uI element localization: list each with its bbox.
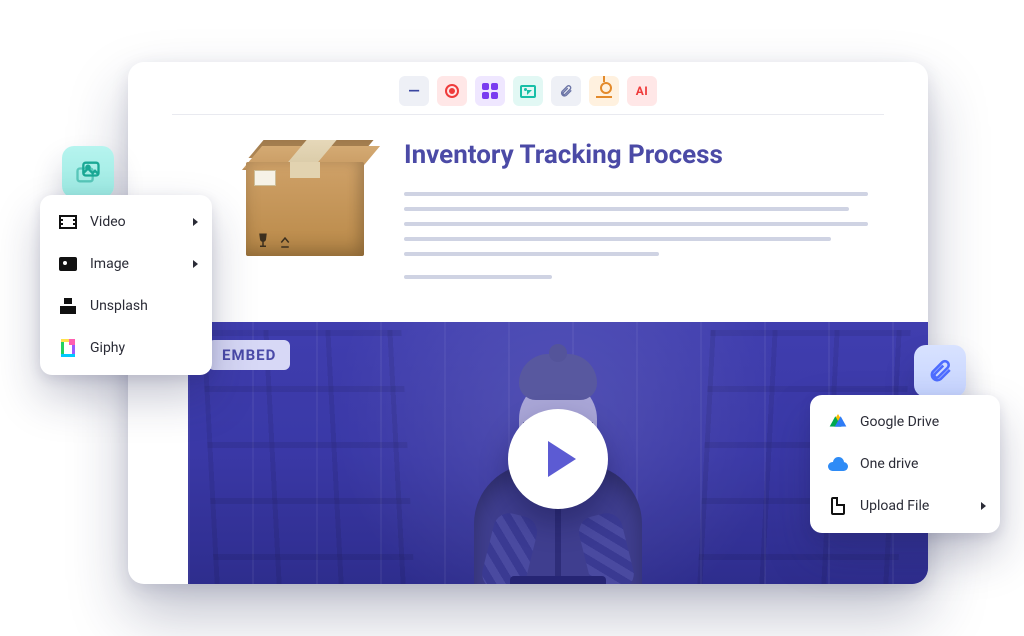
document-body: Inventory Tracking Process bbox=[128, 136, 928, 584]
divider-tool[interactable]: — bbox=[399, 76, 429, 106]
text-placeholder bbox=[404, 252, 659, 256]
menu-item-label: Image bbox=[90, 256, 129, 272]
media-menu: Video Image Unsplash Giphy bbox=[40, 195, 212, 375]
menu-item-label: Google Drive bbox=[860, 414, 939, 430]
menu-item-label: Upload File bbox=[860, 498, 929, 514]
table-tool[interactable] bbox=[475, 76, 505, 106]
text-placeholder bbox=[404, 237, 831, 241]
film-icon bbox=[58, 212, 78, 232]
attach-menu-onedrive[interactable]: One drive bbox=[810, 443, 1000, 485]
file-icon bbox=[828, 496, 848, 516]
embed-badge: EMBED bbox=[208, 340, 290, 370]
attach-fab[interactable] bbox=[914, 345, 966, 397]
attach-menu-google-drive[interactable]: Google Drive bbox=[810, 401, 1000, 443]
unsplash-icon bbox=[58, 296, 78, 316]
intro-section: Inventory Tracking Process bbox=[128, 136, 928, 314]
record-icon bbox=[445, 84, 459, 98]
record-tool[interactable] bbox=[437, 76, 467, 106]
ai-tool[interactable]: AI bbox=[627, 76, 657, 106]
media-menu-giphy[interactable]: Giphy bbox=[40, 327, 212, 369]
text-placeholder bbox=[404, 275, 552, 279]
attach-menu: Google Drive One drive Upload File bbox=[810, 395, 1000, 533]
text-placeholder bbox=[404, 207, 849, 211]
media-menu-unsplash[interactable]: Unsplash bbox=[40, 285, 212, 327]
menu-item-label: Unsplash bbox=[90, 298, 148, 314]
attach-menu-upload-file[interactable]: Upload File bbox=[810, 485, 1000, 527]
media-icon bbox=[520, 85, 536, 98]
text-placeholder bbox=[404, 222, 868, 226]
attach-tool[interactable] bbox=[551, 76, 581, 106]
onedrive-icon bbox=[828, 454, 848, 474]
paperclip-icon bbox=[559, 82, 573, 100]
page-title: Inventory Tracking Process bbox=[404, 140, 868, 170]
menu-item-label: Giphy bbox=[90, 340, 125, 356]
document-card: — AI bbox=[128, 62, 928, 584]
box-illustration bbox=[246, 140, 376, 260]
media-tool[interactable] bbox=[513, 76, 543, 106]
play-button[interactable] bbox=[508, 409, 608, 509]
menu-item-label: Video bbox=[90, 214, 126, 230]
media-menu-video[interactable]: Video bbox=[40, 201, 212, 243]
text-placeholder bbox=[404, 192, 868, 196]
media-menu-image[interactable]: Image bbox=[40, 243, 212, 285]
table-icon bbox=[482, 83, 498, 99]
paperclip-icon bbox=[927, 358, 953, 384]
media-gallery-icon bbox=[74, 158, 102, 186]
chevron-right-icon bbox=[193, 218, 198, 226]
editor-toolbar: — AI bbox=[128, 72, 928, 118]
fragile-icon bbox=[254, 232, 272, 250]
this-side-up-icon bbox=[276, 232, 294, 250]
insert-tool[interactable] bbox=[589, 76, 619, 106]
toolbar-divider bbox=[172, 114, 884, 115]
media-fab[interactable] bbox=[62, 146, 114, 198]
chevron-right-icon bbox=[981, 502, 986, 510]
intro-text: Inventory Tracking Process bbox=[404, 140, 868, 290]
image-icon bbox=[58, 254, 78, 274]
giphy-icon bbox=[58, 338, 78, 358]
google-drive-icon bbox=[828, 412, 848, 432]
chevron-right-icon bbox=[193, 260, 198, 268]
menu-item-label: One drive bbox=[860, 456, 918, 472]
insert-icon bbox=[596, 84, 612, 98]
